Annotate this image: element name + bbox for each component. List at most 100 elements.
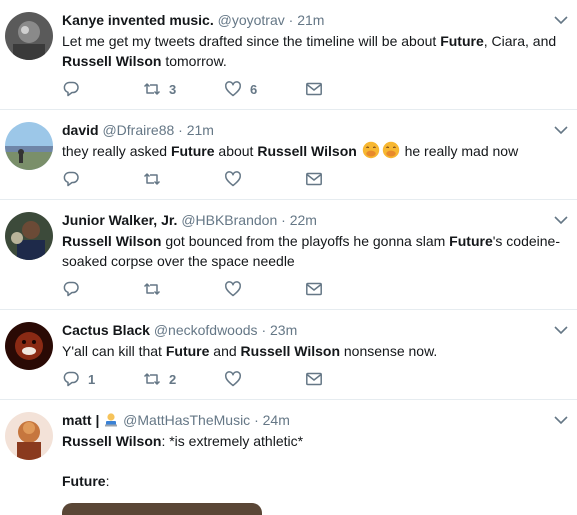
display-name[interactable]: Kanye invented music. [62, 12, 214, 28]
reply-icon [63, 371, 79, 387]
mail-icon [306, 372, 322, 386]
separator: · [254, 412, 259, 428]
tweet[interactable]: Cactus Black @neckofdwoods · 23m Y'all c… [0, 310, 577, 400]
chevron-down-icon[interactable] [553, 412, 569, 428]
display-name[interactable]: Cactus Black [62, 322, 150, 338]
reply-button[interactable] [62, 170, 143, 188]
text-segment: tomorrow. [161, 53, 227, 69]
tweet-actions: 3 6 [62, 71, 565, 107]
chevron-down-icon[interactable] [553, 12, 569, 28]
like-button[interactable] [224, 370, 305, 388]
retweet-icon [143, 283, 161, 295]
display-name[interactable]: matt | [62, 412, 99, 428]
like-count: 6 [250, 81, 258, 97]
tweet[interactable]: david @Dfraire88 · 21m they really asked… [0, 110, 577, 200]
tweet-header: matt | @MattHasTheMusic · 24m [62, 411, 565, 429]
highlighted-term: Future [449, 233, 493, 249]
reply-button[interactable] [62, 80, 143, 98]
display-name[interactable]: david [62, 122, 99, 138]
highlighted-term: Russell Wilson [240, 343, 340, 359]
highlighted-term: Future [62, 473, 106, 489]
tweet-text: Y'all can kill that Future and Russell W… [62, 341, 565, 361]
reply-icon [63, 171, 79, 187]
tweet-actions [62, 271, 565, 307]
text-segment: got bounced from the playoffs he gonna s… [161, 233, 450, 249]
tweet[interactable]: Junior Walker, Jr. @HBKBrandon · 22m Rus… [0, 200, 577, 310]
tweet-header: Cactus Black @neckofdwoods · 23m [62, 321, 565, 339]
username[interactable]: @MattHasTheMusic [123, 412, 250, 428]
text-segment: : [105, 473, 110, 489]
avatar[interactable] [5, 12, 53, 60]
avatar[interactable] [5, 122, 53, 170]
tweet-header: david @Dfraire88 · 21m [62, 121, 565, 139]
avatar[interactable] [5, 322, 53, 370]
retweet-icon [143, 373, 161, 385]
tweet-header: Junior Walker, Jr. @HBKBrandon · 22m [62, 211, 565, 229]
timestamp[interactable]: 22m [290, 212, 317, 228]
username[interactable]: @yoyotrav [218, 12, 285, 28]
tweet-text: they really asked Future about Russell W… [62, 141, 565, 161]
text-segment [357, 143, 361, 159]
text-segment: he really mad now [400, 143, 519, 159]
text-segment: about [214, 143, 258, 159]
retweet-button[interactable] [143, 280, 224, 298]
username[interactable]: @Dfraire88 [102, 122, 174, 138]
timestamp[interactable]: 23m [270, 322, 297, 338]
username[interactable]: @neckofdwoods [154, 322, 258, 338]
retweet-button[interactable] [143, 170, 224, 188]
text-segment: Let me get my tweets drafted since the t… [62, 33, 441, 49]
reply-button[interactable]: 1 [62, 370, 143, 388]
avatar[interactable] [5, 212, 53, 260]
display-name[interactable]: Junior Walker, Jr. [62, 212, 177, 228]
tweet[interactable]: matt | @MattHasTheMusic · 24m Russell Wi… [0, 400, 577, 515]
like-button[interactable] [224, 280, 305, 298]
like-button[interactable] [224, 170, 305, 188]
retweet-icon [143, 173, 161, 185]
text-segment: Y'all can kill that [62, 343, 166, 359]
direct-message-button[interactable] [305, 280, 345, 298]
highlighted-term: Future [440, 33, 484, 49]
highlighted-term: Russell Wilson [62, 433, 162, 449]
separator: · [281, 212, 286, 228]
retweet-button[interactable]: 2 [143, 370, 224, 388]
timestamp[interactable]: 21m [187, 122, 214, 138]
timestamp[interactable]: 24m [263, 412, 290, 428]
timestamp[interactable]: 21m [297, 12, 324, 28]
man-technologist-icon [105, 413, 118, 427]
direct-message-button[interactable] [305, 80, 345, 98]
retweet-count: 3 [169, 81, 177, 97]
tweet-actions: 1 2 [62, 361, 565, 397]
text-segment: and [209, 343, 241, 359]
mail-icon [306, 282, 322, 296]
direct-message-button[interactable] [305, 370, 345, 388]
retweet-icon [143, 83, 161, 95]
retweet-button[interactable]: 3 [143, 80, 224, 98]
highlighted-term: Future [165, 343, 210, 359]
chevron-down-icon[interactable] [553, 322, 569, 338]
reply-button[interactable] [62, 280, 143, 298]
username[interactable]: @HBKBrandon [181, 212, 277, 228]
text-segment: , Ciara, and [483, 33, 557, 49]
separator: · [288, 12, 294, 28]
reply-icon [63, 81, 79, 97]
tweet[interactable]: Kanye invented music. @yoyotrav · 21m Le… [0, 0, 577, 110]
text-segment: : *is extremely athletic* [161, 433, 304, 449]
hand-over-mouth-emoji-icon [382, 141, 399, 159]
highlighted-term: Russell Wilson [62, 53, 162, 69]
mail-icon [306, 172, 322, 186]
tweet-header: Kanye invented music. @yoyotrav · 21m [62, 11, 565, 29]
tweet-text: Let me get my tweets drafted since the t… [62, 31, 565, 71]
chevron-down-icon[interactable] [553, 122, 569, 138]
heart-icon [225, 81, 241, 97]
like-button[interactable]: 6 [224, 80, 305, 98]
avatar[interactable] [5, 412, 53, 460]
text-segment: nonsense now. [340, 343, 438, 359]
highlighted-term: Russell Wilson [62, 233, 162, 249]
mail-icon [306, 82, 322, 96]
separator: · [178, 122, 183, 138]
highlighted-term: Russell Wilson [257, 143, 357, 159]
direct-message-button[interactable] [305, 170, 345, 188]
text-segment: they really asked [62, 143, 171, 159]
chevron-down-icon[interactable] [553, 212, 569, 228]
separator: · [261, 322, 267, 338]
